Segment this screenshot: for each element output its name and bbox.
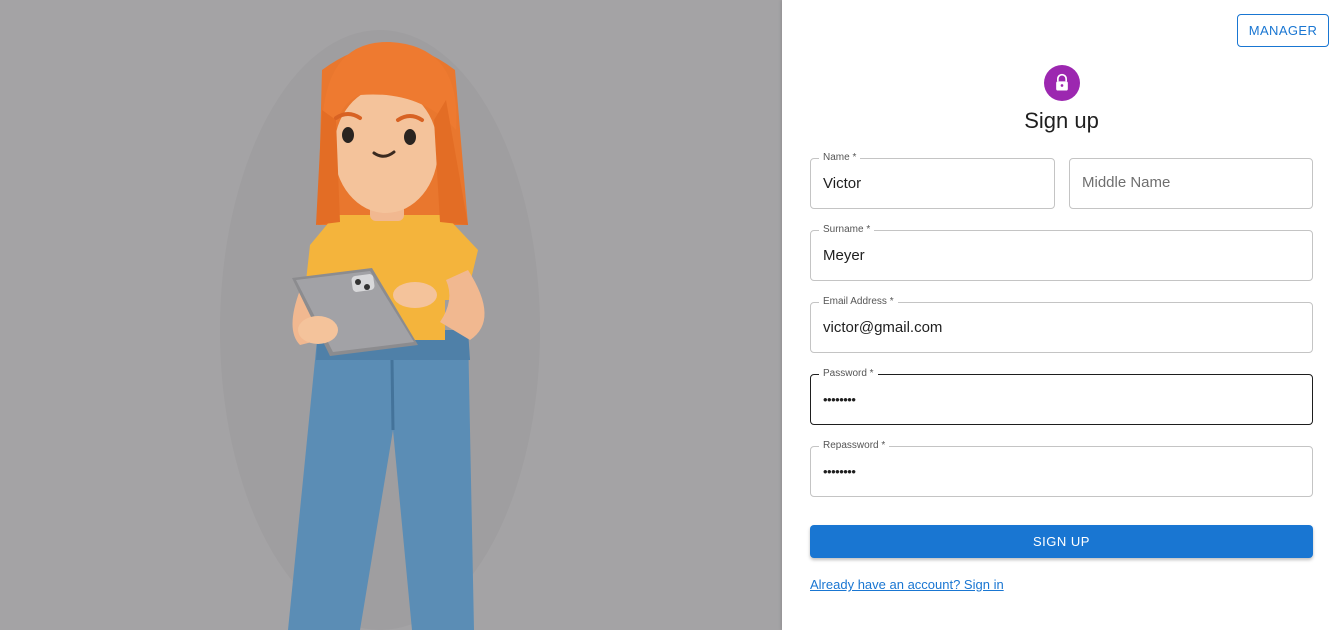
repassword-value: •••••••• [823,464,856,479]
repassword-field[interactable]: Repassword * •••••••• [810,440,1313,497]
surname-label: Surname * [819,224,875,236]
email-label: Email Address * [819,296,898,308]
password-field[interactable]: Password * •••••••• [810,368,1313,425]
email-field[interactable]: Email Address * victor@gmail.com [810,296,1313,353]
name-field[interactable]: Name * Victor [810,152,1055,209]
signup-panel: MANAGER Sign up Name * Victor Middle Nam… [782,0,1341,630]
surname-field[interactable]: Surname * Meyer [810,224,1313,281]
surname-value: Meyer [823,247,865,264]
character-illustration [220,30,540,630]
email-value: victor@gmail.com [823,319,943,336]
password-value: •••••••• [823,392,856,407]
password-label: Password * [819,368,878,380]
sign-up-button[interactable]: SIGN UP [810,525,1313,558]
lock-icon [1056,73,1068,91]
middle-name-placeholder: Middle Name [1082,174,1171,191]
repassword-label: Repassword * [819,440,890,452]
middle-name-field[interactable]: Middle Name [1069,158,1313,209]
page-title: Sign up [1024,108,1099,133]
hero-illustration [0,0,782,630]
name-value: Victor [823,175,862,192]
avatar [1044,65,1080,101]
manager-button[interactable]: MANAGER [1237,14,1329,47]
sign-in-link[interactable]: Already have an account? Sign in [810,577,1004,592]
name-label: Name * [819,152,861,164]
